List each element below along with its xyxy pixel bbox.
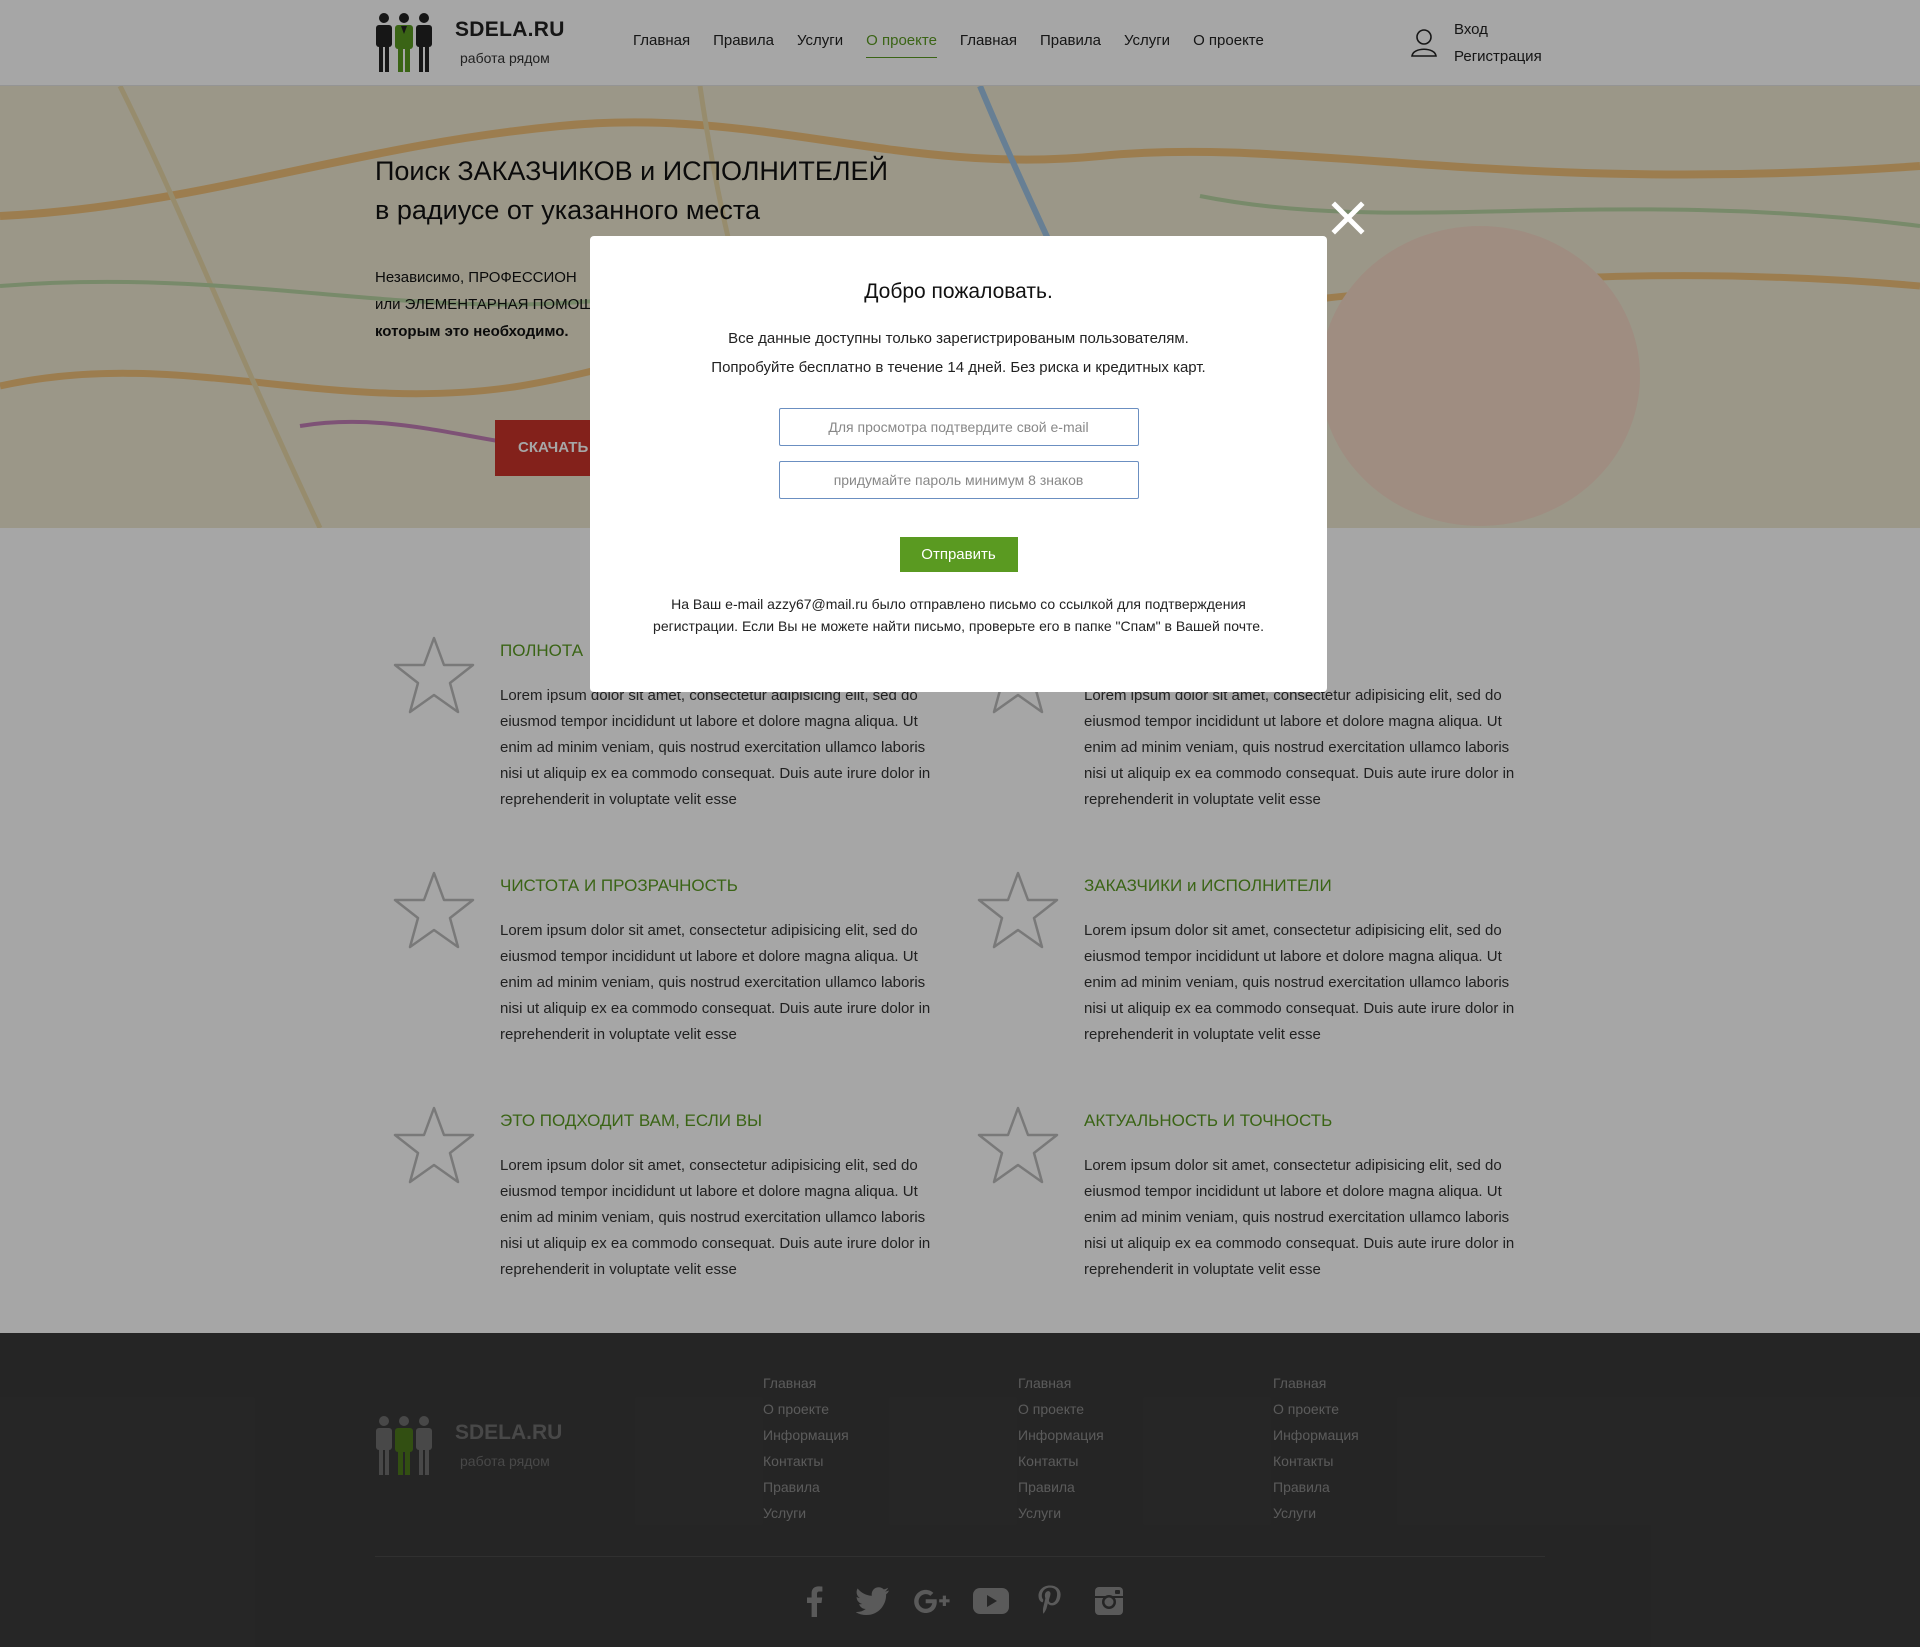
email-field[interactable] [778,408,1139,446]
modal-subtitle-line2: Попробуйте бесплатно в течение 14 дней. … [711,359,1206,376]
confirmation-note: На Ваш e-mail azzy67@mail.ru было отправ… [653,596,1264,634]
modal-subtitle: Все данные доступны только зарегистриров… [590,324,1327,382]
submit-button[interactable]: Отправить [899,537,1018,572]
close-icon[interactable] [1330,200,1366,236]
modal-title: Добро пожаловать. [864,280,1053,303]
password-field[interactable] [778,461,1139,499]
modal-subtitle-line1: Все данные доступны только зарегистриров… [728,330,1189,347]
welcome-modal: Добро пожаловать. Все данные доступны то… [590,236,1327,692]
